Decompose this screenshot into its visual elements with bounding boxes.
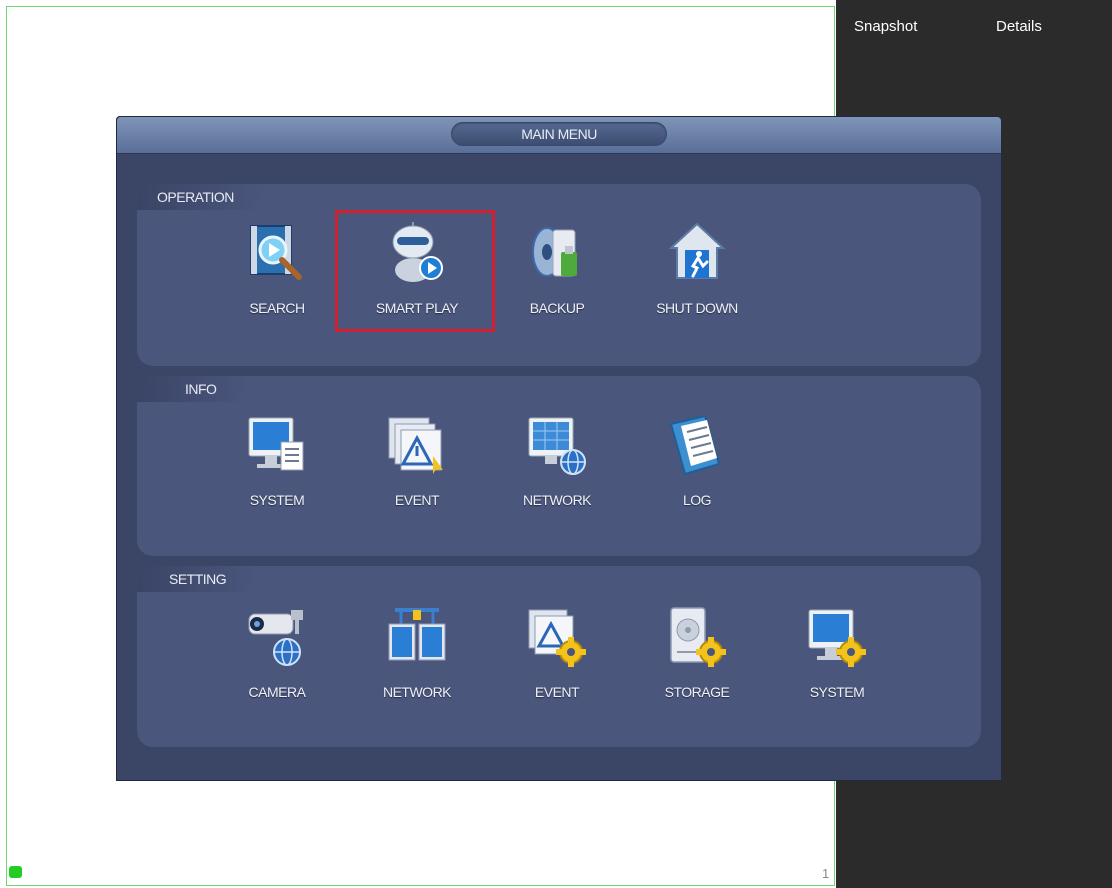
monitor-document-icon [248,417,304,471]
menu-item-system-info[interactable]: SYSTEM [217,414,337,524]
menu-item-shut-down[interactable]: SHUT DOWN [637,222,757,332]
status-indicator [9,866,22,878]
network-screens-icon [388,608,446,661]
menu-item-label: EVENT [394,492,440,508]
selection-highlight [335,210,495,332]
menu-item-camera[interactable]: CAMERA [217,606,337,716]
monitor-globe-icon [528,417,586,475]
menu-item-search[interactable]: SEARCH [217,222,337,332]
menu-item-backup[interactable]: BACKUP [497,222,617,332]
film-search-icon [250,225,302,280]
menu-item-storage[interactable]: STORAGE [637,606,757,716]
menu-item-event-info[interactable]: EVENT [357,414,477,524]
menu-item-network-setting[interactable]: NETWORK [357,606,477,716]
section-operation: OPERATION SEARCH SMART PLAY BACKUP SHUT … [137,184,981,366]
house-exit-icon [668,222,726,279]
menu-title: MAIN MENU [451,122,667,146]
monitor-gear-icon [808,609,866,667]
warning-gear-icon [528,609,586,667]
section-info: INFO SYSTEM EVENT NETWORK LOG [137,376,981,556]
menu-item-label: SHUT DOWN [656,300,738,316]
section-label: OPERATION [137,184,268,210]
menu-titlebar: MAIN MENU [117,117,1001,154]
menu-item-label: SYSTEM [249,492,305,508]
menu-item-label: BACKUP [529,300,585,316]
section-label: SETTING [137,566,261,592]
tab-snapshot[interactable]: Snapshot [854,18,917,35]
menu-item-label: SEARCH [249,300,305,316]
section-setting: SETTING CAMERA NETWORK EVENT STORAGE SYS… [137,566,981,747]
menu-item-log[interactable]: LOG [637,414,757,524]
tab-details[interactable]: Details [996,18,1042,35]
log-book-icon [669,414,721,476]
menu-item-event-setting[interactable]: EVENT [497,606,617,716]
menu-item-label: EVENT [534,684,580,700]
menu-item-system-setting[interactable]: SYSTEM [777,606,897,716]
menu-item-label: NETWORK [522,492,592,508]
section-label: INFO [137,376,251,402]
disc-usb-icon [532,227,577,277]
channel-number: 1 [822,866,830,881]
main-menu-window: MAIN MENU OPERATION SEARCH SMART PLAY BA… [116,116,1002,781]
menu-item-label: LOG [682,492,712,508]
menu-item-network-info[interactable]: NETWORK [497,414,617,524]
menu-item-label: STORAGE [664,684,730,700]
menu-item-label: NETWORK [382,684,452,700]
menu-item-label: CAMERA [248,684,306,700]
menu-item-label: SYSTEM [809,684,865,700]
warning-window-icon [388,417,443,474]
disk-gear-icon [670,607,726,667]
camera-globe-icon [248,610,303,666]
